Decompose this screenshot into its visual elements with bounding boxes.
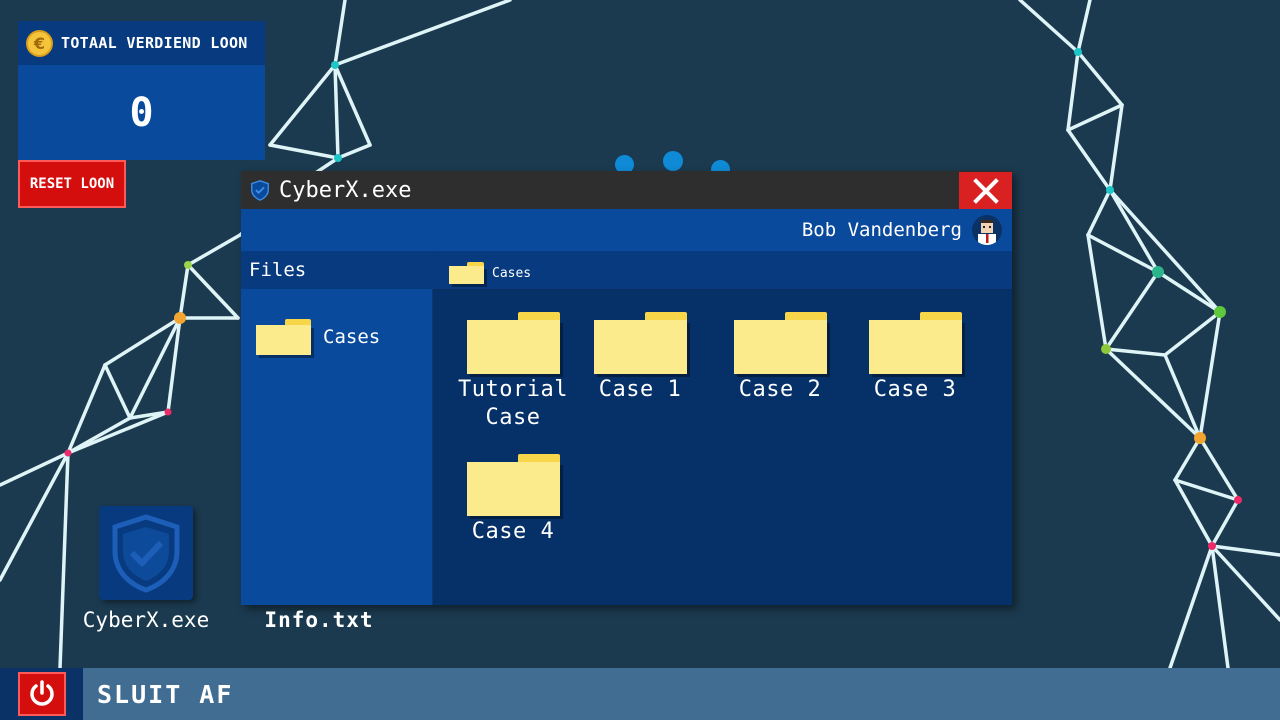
reset-salary-button[interactable]: RESET LOON	[18, 160, 126, 208]
text-file-icon	[272, 506, 366, 600]
desktop-icon-cyberx[interactable]: CyberX.exe	[70, 506, 222, 632]
files-main: Cases Tutorial Case Case 1 Case 2 Case 3…	[433, 251, 1012, 605]
desktop-icon-label: CyberX.exe	[82, 608, 210, 632]
folder-case-1[interactable]: Case 1	[570, 312, 710, 404]
folder-case-3[interactable]: Case 3	[845, 312, 985, 404]
salary-value: 0	[129, 89, 154, 136]
folder-label: Case 2	[738, 377, 822, 402]
shutdown-button[interactable]	[17, 672, 66, 716]
window-title: CyberX.exe	[279, 177, 412, 203]
loading-dot	[663, 151, 683, 171]
window-titlebar[interactable]: CyberX.exe	[241, 171, 1012, 209]
sidebar-item-cases[interactable]: Cases	[241, 319, 432, 355]
salary-panel: € TOTAAL VERDIEND LOON 0	[18, 21, 265, 160]
salary-header: € TOTAAL VERDIEND LOON	[18, 21, 265, 65]
power-box	[0, 668, 83, 720]
taskbar: SLUIT AF	[0, 668, 1280, 720]
power-icon	[29, 680, 54, 706]
salary-label: TOTAAL VERDIEND LOON	[61, 34, 248, 52]
user-name: Bob Vandenberg	[801, 219, 962, 241]
folder-label: Case 1	[598, 377, 682, 402]
folder-icon	[593, 312, 687, 374]
folder-label: Case 4	[471, 519, 555, 544]
avatar	[972, 215, 1002, 245]
euro-coin-icon: €	[26, 29, 53, 57]
app-tile	[99, 506, 193, 600]
shutdown-label[interactable]: SLUIT AF	[97, 680, 233, 709]
breadcrumb[interactable]: Cases	[433, 251, 1012, 290]
folder-label: Tutorial Case	[458, 377, 568, 430]
folder-tutorial-case[interactable]: Tutorial Case	[443, 312, 583, 432]
shield-icon	[251, 180, 269, 201]
shield-check-icon	[112, 514, 180, 593]
folder-icon	[868, 312, 962, 374]
close-button[interactable]	[959, 172, 1012, 209]
sidebar-item-label: Cases	[323, 326, 381, 348]
user-bar: Bob Vandenberg	[241, 209, 1012, 251]
desktop-icon-info[interactable]: Info.txt	[248, 506, 390, 632]
user-avatar-icon	[978, 220, 996, 245]
desktop-icon-label: Info.txt	[264, 608, 374, 632]
sidebar-header: Files	[241, 251, 432, 289]
folder-icon	[256, 319, 311, 355]
folder-label: Case 3	[873, 377, 957, 402]
folder-icon	[449, 262, 484, 284]
folder-icon	[466, 312, 560, 374]
folder-case-2[interactable]: Case 2	[710, 312, 850, 404]
folder-case-4[interactable]: Case 4	[443, 454, 583, 546]
close-icon	[972, 177, 999, 204]
breadcrumb-text: Cases	[492, 265, 532, 281]
folder-icon	[733, 312, 827, 374]
folder-icon	[466, 454, 560, 516]
